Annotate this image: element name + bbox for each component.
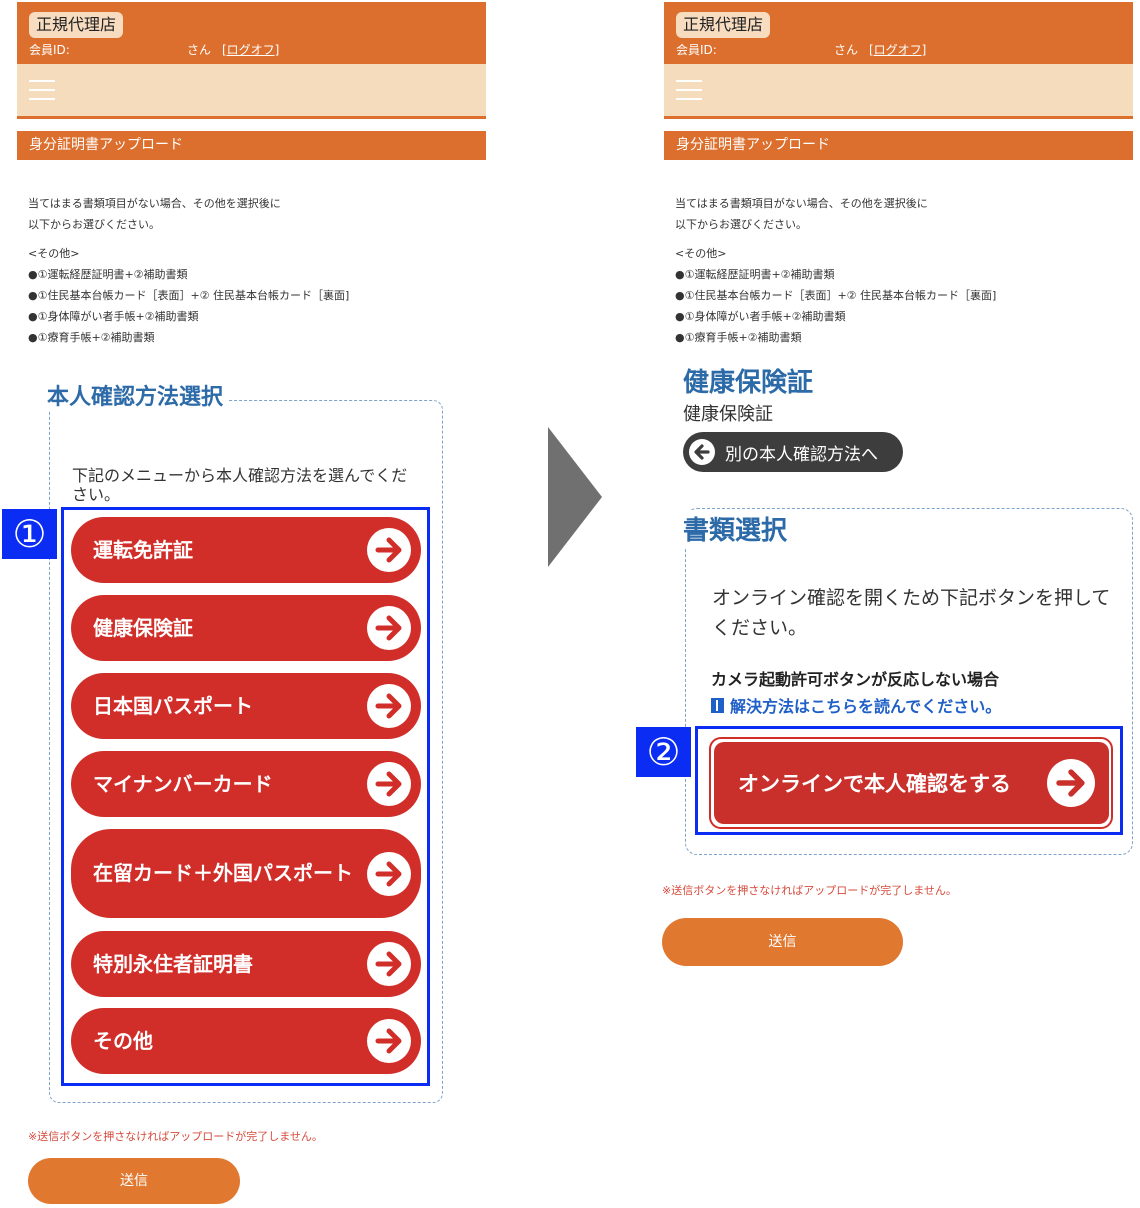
solution-link[interactable]: 解決方法はこちらを読んでください。: [711, 693, 1001, 717]
note-line: 当てはまる書類項目がない場合、その他を選択後に: [28, 197, 281, 210]
app-header: 正規代理店 会員ID: さん [ログオフ]: [664, 2, 1133, 64]
note-item: ●①運転経歴証明書+②補助書類: [675, 268, 835, 281]
other-heading: <その他>: [675, 247, 727, 260]
highlight-frame: [61, 507, 430, 1086]
send-button[interactable]: 送信: [28, 1158, 240, 1204]
document-select-title: 書類選択: [683, 510, 792, 547]
dealer-badge: 正規代理店: [676, 12, 771, 38]
chevron-right-icon: [548, 427, 602, 567]
nav-bar: [664, 64, 1133, 119]
hamburger-menu-icon[interactable]: [29, 80, 55, 100]
notes: 当てはまる書類項目がない場合、その他を選択後に 以下からお選びください。 <その…: [28, 193, 349, 348]
upload-warning: ※送信ボタンを押さなければアップロードが完了しません。: [28, 1130, 323, 1143]
note-line: 以下からお選びください。: [675, 218, 807, 231]
selected-method-title: 健康保険証: [683, 368, 814, 398]
method-select-title: 本人確認方法選択: [47, 379, 228, 411]
step-marker-1: ①: [2, 509, 57, 559]
app-header: 正規代理店 会員ID: さん [ログオフ]: [17, 2, 486, 64]
solution-link-label: 解決方法はこちらを読んでください。: [730, 697, 1002, 716]
other-heading: <その他>: [28, 247, 80, 260]
logout-link[interactable]: [ログオフ]: [869, 41, 926, 58]
method-instruction: 下記のメニューから本人確認方法を選んでください。: [72, 466, 408, 504]
upload-warning: ※送信ボタンを押さなければアップロードが完了しません。: [662, 884, 957, 897]
send-button[interactable]: 送信: [662, 918, 903, 966]
arrow-left-icon: [689, 439, 715, 465]
section-title: 身分証明書アップロード: [664, 131, 1133, 160]
highlight-frame: [695, 726, 1123, 835]
notes: 当てはまる書類項目がない場合、その他を選択後に 以下からお選びください。 <その…: [675, 193, 996, 348]
note-line: 以下からお選びください。: [28, 218, 160, 231]
right-screen: 正規代理店 会員ID: さん [ログオフ] 身分証明書アップロード 当てはまる書…: [662, 0, 1133, 1000]
back-to-methods-button[interactable]: 別の本人確認方法へ: [683, 432, 903, 472]
selected-method-subtitle: 健康保険証: [683, 404, 773, 425]
note-line: 当てはまる書類項目がない場合、その他を選択後に: [675, 197, 928, 210]
note-item: ●①身体障がい者手帳+②補助書類: [675, 310, 846, 323]
camera-warning: カメラ起動許可ボタンが反応しない場合: [711, 670, 1000, 689]
note-item: ●①療育手帳+②補助書類: [675, 331, 802, 344]
document-instruction: オンライン確認を開くため下記ボタンを押してください。: [712, 587, 1111, 639]
member-san: さん: [187, 43, 212, 57]
note-item: ●①運転経歴証明書+②補助書類: [28, 268, 188, 281]
member-san: さん: [834, 43, 859, 57]
note-item: ●①療育手帳+②補助書類: [28, 331, 155, 344]
dealer-badge: 正規代理店: [29, 12, 124, 38]
section-title: 身分証明書アップロード: [17, 131, 486, 160]
note-item: ●①身体障がい者手帳+②補助書類: [28, 310, 199, 323]
back-button-label: 別の本人確認方法へ: [725, 444, 878, 465]
note-item: ●①住民基本台帳カード［表面］+② 住民基本台帳カード［裏面]: [675, 289, 997, 302]
member-id-label: 会員ID:: [29, 43, 70, 57]
step-marker-2: ②: [636, 727, 691, 777]
hamburger-menu-icon[interactable]: [676, 80, 702, 100]
book-icon: [711, 697, 724, 713]
member-id-label: 会員ID:: [676, 43, 717, 57]
logout-link[interactable]: [ログオフ]: [222, 41, 279, 58]
nav-bar: [17, 64, 486, 119]
note-item: ●①住民基本台帳カード［表面］+② 住民基本台帳カード［裏面]: [28, 289, 350, 302]
